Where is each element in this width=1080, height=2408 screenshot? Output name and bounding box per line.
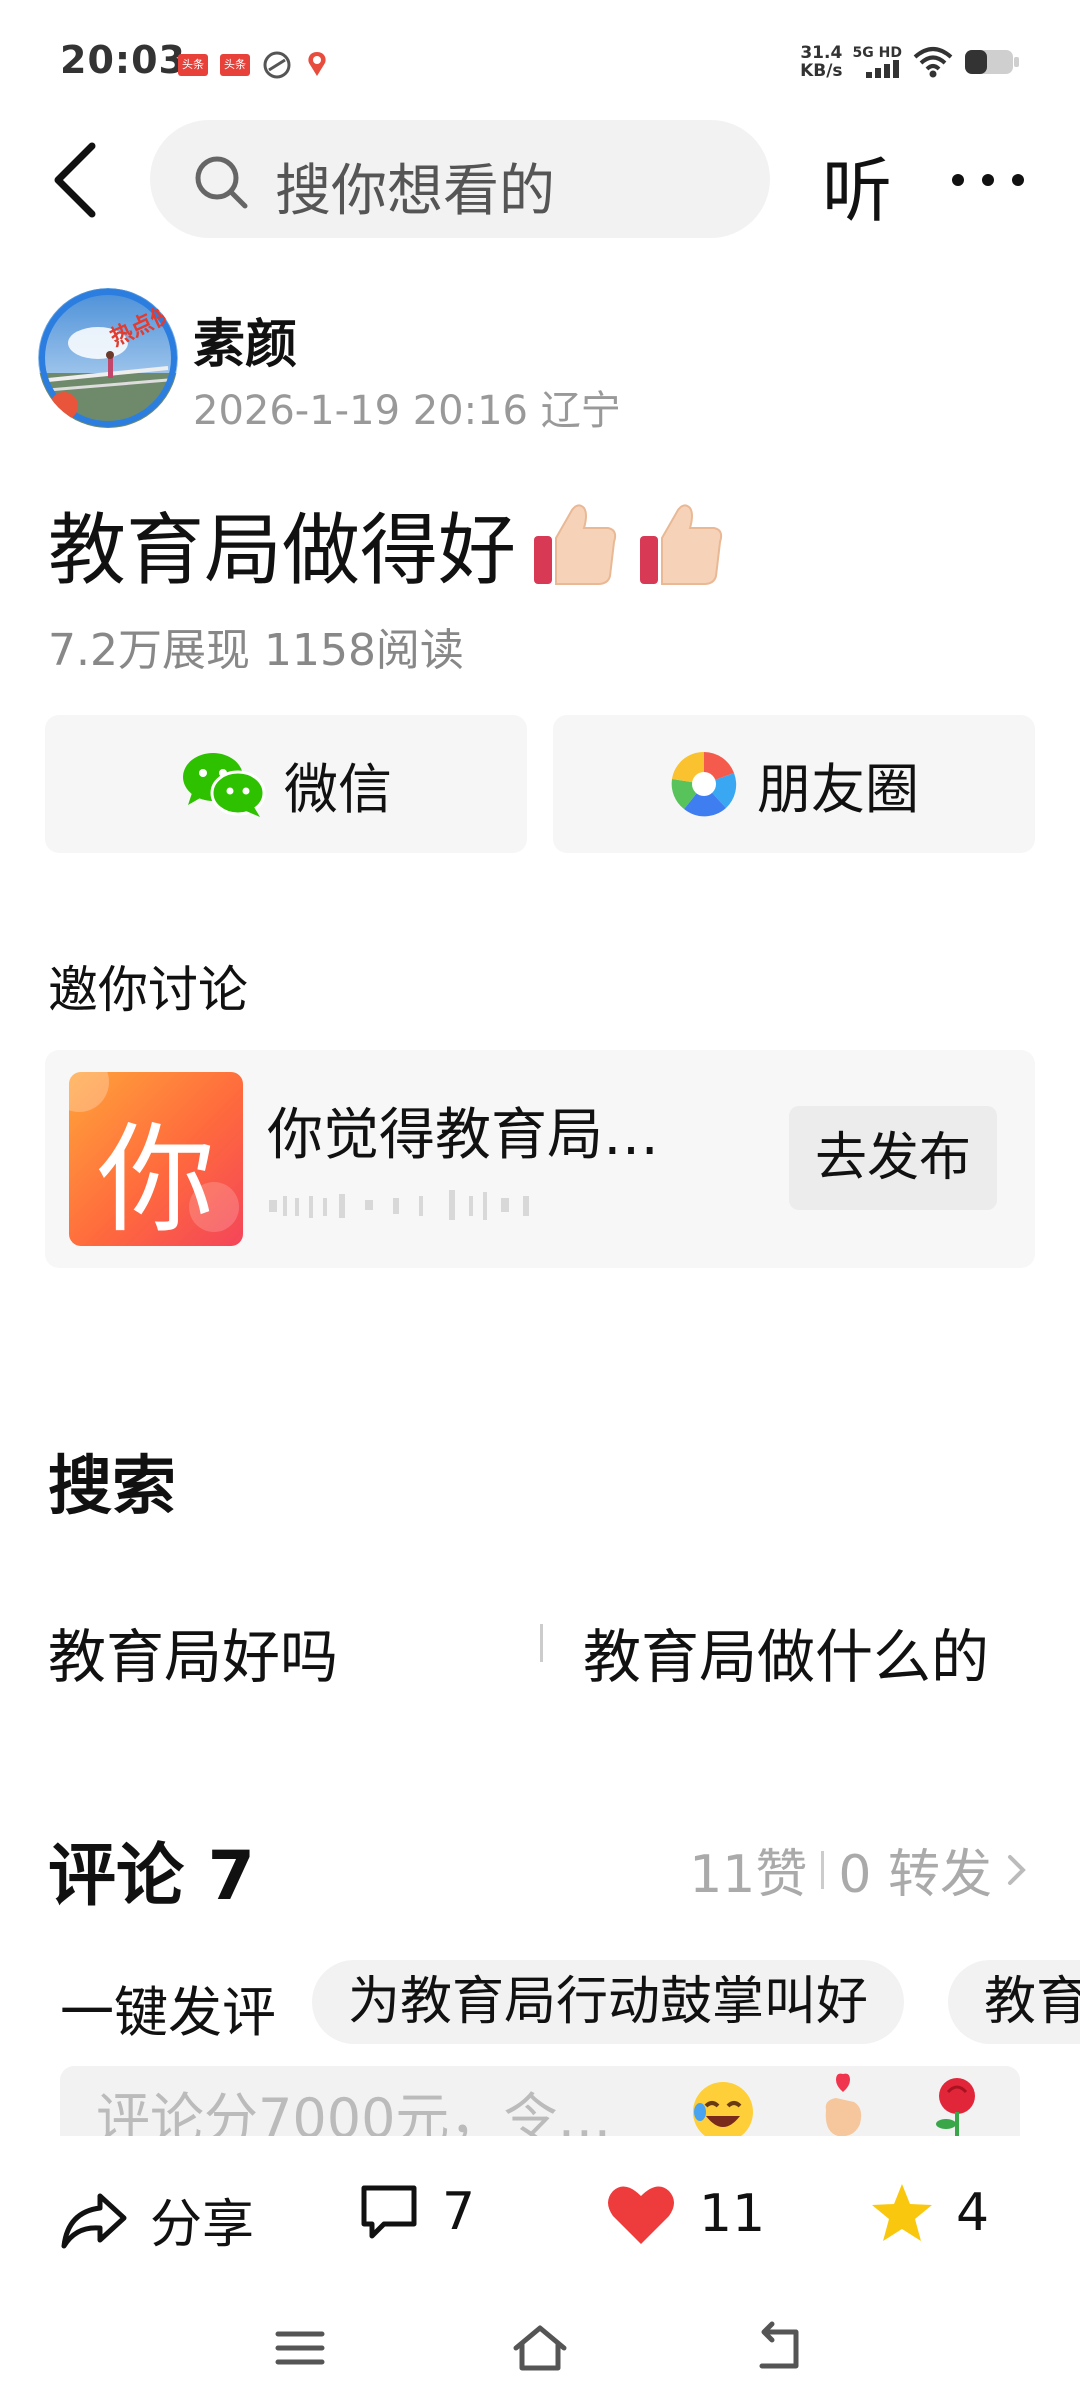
moments-icon — [671, 751, 737, 817]
thumbs-up-icon-2 — [640, 504, 723, 585]
comment-input-placeholder: 评论分7000元，令… — [96, 2087, 612, 2136]
cell-signal: 5G HD — [853, 46, 902, 78]
finger-heart-emoji-icon[interactable] — [806, 2072, 876, 2136]
invite-question: 你觉得教育局… — [267, 1103, 659, 1168]
battery-icon — [965, 50, 1019, 74]
search-icon — [195, 156, 248, 209]
heart-icon — [608, 2186, 674, 2244]
bottom-action-bar: 分享 7 11 4 — [0, 2136, 1080, 2286]
comment-bubble-icon — [361, 2185, 417, 2239]
favorite-count: 4 — [956, 2183, 990, 2243]
quick-comment-row: 一键发评 为教育局行动鼓掌叫好 教育 — [0, 1960, 1080, 2050]
wifi-icon — [913, 47, 953, 78]
like-count: 11 — [699, 2184, 766, 2244]
rose-emoji-icon[interactable] — [922, 2072, 992, 2136]
search-suggestion[interactable]: 教育局好吗 — [48, 1610, 338, 1694]
post-title: 教育局做得好 — [48, 506, 517, 596]
search-placeholder: 搜你想看的 — [275, 159, 555, 224]
listen-button[interactable]: 听 — [822, 135, 892, 236]
menu-icon — [275, 2331, 325, 2365]
search-suggestion[interactable]: 教育局做什么的 — [583, 1610, 989, 1694]
system-navigation-bar — [0, 2290, 1080, 2408]
chevron-right-icon — [1008, 1854, 1026, 1885]
more-options-button[interactable] — [948, 155, 1028, 205]
divider — [821, 1850, 825, 1889]
toutiao-notification-icon: 头条 — [178, 54, 208, 76]
network-speed: 31.4 KB/s — [800, 43, 843, 81]
author-avatar[interactable]: 热点侠 — [38, 288, 178, 428]
toutiao-notification-icon-2: 头条 — [220, 54, 250, 76]
chevron-left-icon — [54, 142, 96, 218]
share-moments-button[interactable]: 朋友圈 — [553, 715, 1035, 853]
return-icon — [759, 2321, 799, 2369]
invite-icon-char: 你 — [96, 1111, 215, 1246]
laughing-emoji-icon[interactable] — [688, 2072, 758, 2136]
search-section-title: 搜索 — [48, 1450, 176, 1524]
reposts-count: 0 转发 — [838, 1845, 992, 1905]
publish-button[interactable]: 去发布 — [789, 1106, 997, 1210]
more-dots-icon — [952, 174, 1024, 186]
wechat-label: 微信 — [284, 757, 392, 821]
home-icon — [513, 2325, 567, 2371]
invite-card[interactable]: 你 你觉得教育局… 去发布 — [45, 1050, 1035, 1268]
status-indicators: 31.4 KB/s 5G HD — [800, 44, 1020, 80]
divider — [540, 1624, 543, 1662]
signal-label: 5G HD — [852, 45, 902, 61]
share-wechat-button[interactable]: 微信 — [45, 715, 527, 853]
post-meta: 2026-1-19 20:16 辽宁 — [193, 388, 621, 434]
invite-participants-bar — [269, 1190, 529, 1220]
back-nav-button[interactable] — [750, 2318, 810, 2378]
home-nav-button[interactable] — [510, 2318, 570, 2378]
share-label: 分享 — [150, 2195, 255, 2255]
comments-title: 评论 7 — [48, 1837, 255, 1916]
thumbs-up-icon — [534, 504, 617, 585]
back-button[interactable] — [48, 140, 108, 220]
one-click-comment-label: 一键发评 — [60, 1981, 276, 2044]
comment-count: 7 — [442, 2182, 476, 2242]
menu-nav-button[interactable] — [270, 2318, 330, 2378]
location-notification-icon — [308, 52, 326, 76]
notification-icons: 头条 头条 — [178, 50, 330, 80]
signal-bars-icon — [866, 60, 899, 78]
likes-count: 11赞 — [689, 1845, 808, 1905]
favorite-button[interactable]: 4 — [870, 2182, 989, 2244]
app-notification-icon — [263, 51, 291, 79]
author-name[interactable]: 素颜 — [193, 302, 297, 377]
share-arrow-icon — [61, 2193, 127, 2248]
post-stats: 7.2万展现 1158阅读 — [48, 625, 464, 676]
moments-label: 朋友圈 — [757, 757, 919, 821]
invite-title: 邀你讨论 — [48, 961, 248, 1019]
status-bar: 20:03 头条 头条 31.4 KB/s 5G HD — [0, 0, 1080, 120]
share-button[interactable]: 分享 — [60, 2182, 254, 2257]
like-button[interactable]: 11 — [605, 2182, 765, 2246]
comment-button[interactable]: 7 — [358, 2182, 475, 2242]
invite-icon: 你 — [69, 1072, 243, 1246]
search-input[interactable]: 搜你想看的 — [150, 120, 770, 238]
comment-input[interactable]: 评论分7000元，令… — [60, 2066, 1020, 2136]
engagement-stats[interactable]: 11赞 0 转发 — [689, 1832, 1028, 1907]
star-icon — [872, 2184, 932, 2241]
quick-comment-chip[interactable]: 为教育局行动鼓掌叫好 — [312, 1960, 905, 2044]
status-time: 20:03 — [60, 38, 186, 82]
wechat-icon — [183, 753, 266, 817]
post-title-row: 教育局做得好 — [48, 488, 728, 600]
quick-comment-chip[interactable]: 教育 — [948, 1960, 1080, 2044]
